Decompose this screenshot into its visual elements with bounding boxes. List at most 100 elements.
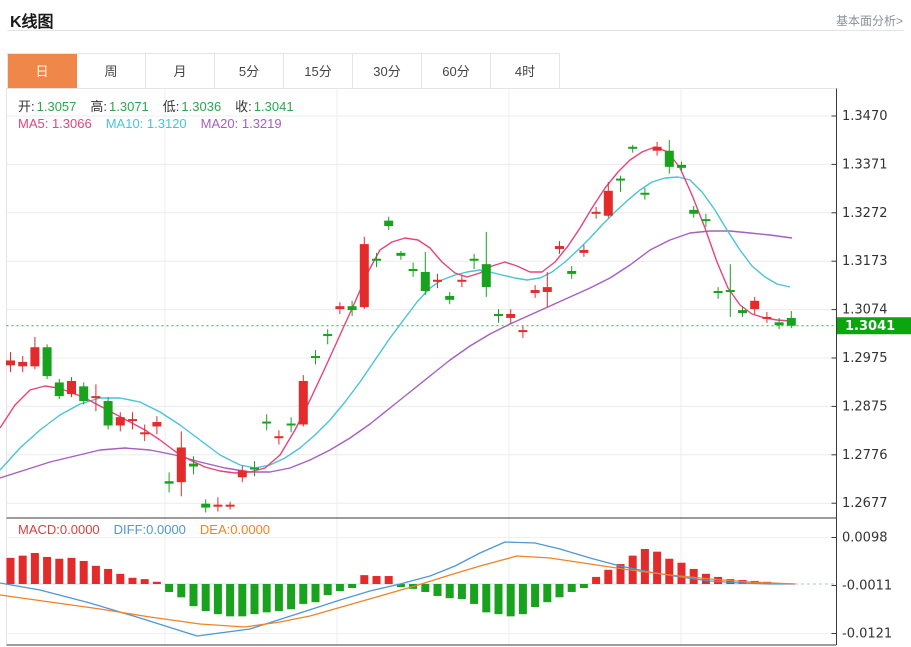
candle-body xyxy=(335,306,344,309)
axis-label: 1.3272 xyxy=(842,206,888,221)
macd-bar xyxy=(238,584,246,616)
candle-body xyxy=(482,264,491,287)
macd-bar xyxy=(214,584,222,614)
ohlc-legend: 开:1.3057高:1.3071低:1.3036收:1.3041 xyxy=(18,96,308,115)
macd-bar xyxy=(568,584,576,592)
candle-body xyxy=(360,244,369,307)
macd-bar xyxy=(19,556,27,584)
axis-label: 1.3173 xyxy=(842,254,888,269)
candle-body xyxy=(738,310,747,313)
diff-line xyxy=(0,542,795,636)
macd-bar xyxy=(336,584,344,591)
ohlc-label: 高: xyxy=(90,99,107,114)
candle-body xyxy=(67,381,76,394)
macd-bar xyxy=(226,584,234,616)
macd-bar xyxy=(592,577,600,584)
candle-body xyxy=(79,386,88,401)
macd-legend: MACD:0.0000DIFF:0.0000DEA:0.0000 xyxy=(18,522,284,537)
axis-label: 1.3074 xyxy=(842,303,888,318)
ohlc-value: 1.3036 xyxy=(181,99,221,114)
ohlc-label: 低: xyxy=(163,99,180,114)
candle-body xyxy=(262,422,271,424)
macd-bar xyxy=(287,584,295,609)
ohlc-value: 1.3041 xyxy=(254,99,294,114)
macd-bar xyxy=(129,578,137,584)
candle-body xyxy=(287,424,296,426)
candle-body xyxy=(55,382,64,396)
macd-bar xyxy=(165,584,173,592)
candle-body xyxy=(104,401,113,425)
candle-body xyxy=(592,212,601,214)
macd-bar xyxy=(263,584,271,612)
macd-bar xyxy=(519,584,527,614)
candle-body xyxy=(494,314,503,316)
candle-body xyxy=(653,147,662,151)
axis-label: 0.0098 xyxy=(842,531,888,546)
ma-legend: MA5: 1.3066MA10: 1.3120MA20: 1.3219 xyxy=(18,116,296,131)
axis-label: 1.2677 xyxy=(842,496,888,511)
macd-bar xyxy=(141,579,149,584)
macd-bar xyxy=(348,584,356,588)
candle-body xyxy=(128,419,137,421)
candle-body xyxy=(640,193,649,195)
macd-bar xyxy=(116,574,124,584)
candle-body xyxy=(677,165,686,168)
candle-body xyxy=(689,210,698,214)
candle-body xyxy=(201,504,210,508)
dea-line xyxy=(0,556,795,627)
candle-body xyxy=(506,314,515,318)
legend-item: DIFF:0.0000 xyxy=(114,522,186,537)
macd-bar xyxy=(177,584,185,597)
candle-body xyxy=(470,259,479,261)
macd-bar xyxy=(373,576,381,584)
macd-bar xyxy=(190,584,198,606)
macd-bar xyxy=(495,584,503,614)
candle-body xyxy=(726,290,735,292)
candle-body xyxy=(116,417,125,425)
macd-bar xyxy=(312,584,320,602)
candle-body xyxy=(628,147,637,149)
candle-body xyxy=(409,269,418,271)
candle-body xyxy=(445,296,454,300)
candle-body xyxy=(372,259,381,261)
macd-bar xyxy=(641,549,649,584)
macd-bar xyxy=(458,584,466,599)
macd-bar xyxy=(43,557,51,584)
macd-bar xyxy=(324,584,332,595)
candle-body xyxy=(531,290,540,293)
candle-body xyxy=(555,246,564,249)
macd-bar xyxy=(482,584,490,612)
macd-bar xyxy=(421,584,429,592)
candle-body xyxy=(189,464,198,467)
candle-body xyxy=(177,447,186,482)
macd-bar xyxy=(7,558,15,584)
macd-bar xyxy=(55,559,63,584)
candle-body xyxy=(6,360,15,365)
candle-body xyxy=(457,280,466,282)
axis-label: 1.2975 xyxy=(842,351,888,366)
macd-bar xyxy=(202,584,210,611)
candle-body xyxy=(543,287,552,292)
candle-body xyxy=(238,470,247,477)
legend-item: MA5: 1.3066 xyxy=(18,116,92,131)
legend-item: MACD:0.0000 xyxy=(18,522,100,537)
candle-body xyxy=(421,272,430,291)
macd-bar xyxy=(507,584,515,616)
candle-body xyxy=(299,381,308,425)
candle-body xyxy=(311,356,320,358)
legend-item: MA10: 1.3120 xyxy=(106,116,187,131)
candle-body xyxy=(604,191,613,216)
macd-bar xyxy=(604,570,612,584)
candle-body xyxy=(165,481,174,483)
macd-bar xyxy=(556,584,564,597)
macd-bar xyxy=(470,584,478,604)
macd-bar xyxy=(543,584,551,602)
macd-bar xyxy=(531,584,539,607)
candle-body xyxy=(384,221,393,226)
candle-body xyxy=(18,362,27,366)
macd-bar xyxy=(385,576,393,584)
macd-bar xyxy=(153,582,161,584)
axis-label: -0.0011 xyxy=(842,579,892,594)
ma10-line xyxy=(0,177,790,470)
candle-body xyxy=(714,291,723,293)
